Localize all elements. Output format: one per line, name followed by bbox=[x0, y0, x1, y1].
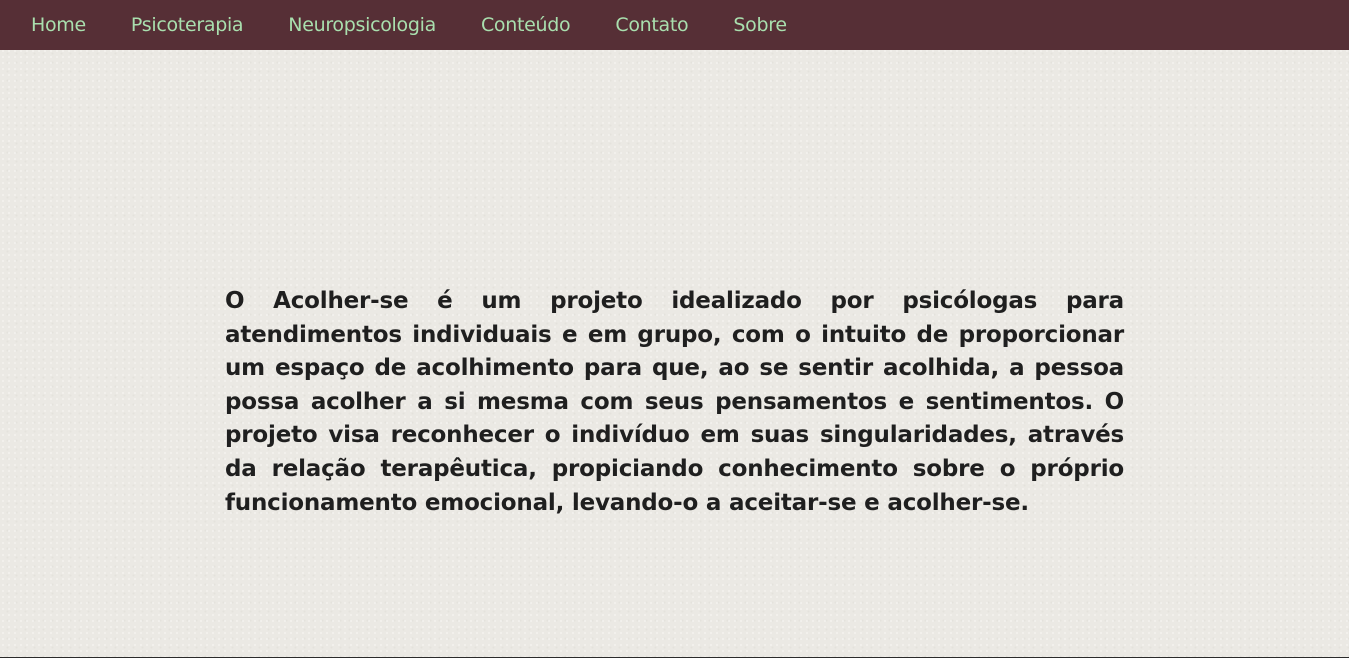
nav-link-neuropsicologia[interactable]: Neuropsicologia bbox=[288, 14, 436, 36]
nav-link-sobre[interactable]: Sobre bbox=[733, 14, 787, 36]
nav-link-psicoterapia[interactable]: Psicoterapia bbox=[131, 14, 244, 36]
nav-link-conteudo[interactable]: Conteúdo bbox=[481, 14, 571, 36]
nav-link-contato[interactable]: Contato bbox=[615, 14, 688, 36]
top-navbar: Home Psicoterapia Neuropsicologia Conteú… bbox=[0, 0, 1349, 50]
about-description: O Acolher-se é um projeto idealizado por… bbox=[225, 288, 1124, 516]
nav-link-home[interactable]: Home bbox=[31, 14, 86, 36]
